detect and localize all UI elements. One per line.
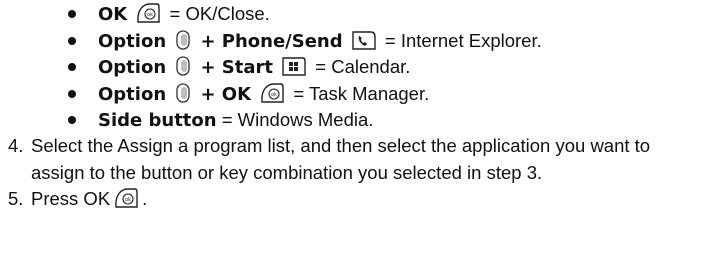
option-key-icon <box>174 29 192 51</box>
ok-key-icon: ok <box>259 82 285 104</box>
ok-key-icon: ok <box>113 187 139 209</box>
bullet-dot <box>68 36 76 45</box>
phone-send-key-icon <box>351 29 377 51</box>
bold-key-name: + Phone/Send <box>200 30 343 52</box>
bold-key-name: Side button <box>98 110 217 131</box>
list-item: Option + Start = Calendar. <box>66 54 542 81</box>
option-key-icon <box>174 82 192 104</box>
bold-key-name: OK <box>98 4 128 25</box>
step-text-end: . <box>142 188 148 209</box>
start-key-icon <box>281 55 307 77</box>
step-text-start: Press OK <box>31 188 111 209</box>
svg-text:ok: ok <box>271 92 277 98</box>
description-text: = Calendar. <box>315 56 411 77</box>
bullet-dot <box>68 116 76 124</box>
svg-text:ok: ok <box>125 197 131 203</box>
description-text: = OK/Close. <box>169 3 270 24</box>
step-item: 4. Select the Assign a program list, and… <box>0 133 696 186</box>
bold-key-name: + Start <box>200 57 273 78</box>
manual-page: OK ok = OK/Close. Option + Phone/Send = … <box>0 0 704 263</box>
step-text: Press OK ok. <box>31 186 696 213</box>
step-text: Select the Assign a program list, and th… <box>31 135 651 183</box>
bold-key-name: Option <box>98 57 167 78</box>
ok-key-icon: ok <box>135 2 161 24</box>
bold-key-name: + OK <box>200 83 252 105</box>
step-item: 5. Press OK ok. <box>0 186 696 213</box>
bullet-dot <box>68 89 76 98</box>
description-text: = Windows Media. <box>216 109 374 130</box>
numbered-steps: 4. Select the Assign a program list, and… <box>0 133 696 213</box>
bullet-dot <box>68 10 76 18</box>
step-number: 4. <box>8 135 24 156</box>
description-text: = Task Manager. <box>293 82 430 104</box>
step-number: 5. <box>8 188 24 209</box>
list-item: OK ok = OK/Close. <box>66 1 542 28</box>
key-assignment-list: OK ok = OK/Close. Option + Phone/Send = … <box>66 1 542 134</box>
bold-key-name: Option <box>98 30 167 52</box>
description-text: = Internet Explorer. <box>384 29 542 51</box>
list-item: Option + OK ok = Task Manager. <box>66 81 542 108</box>
list-item: Side button = Windows Media. <box>66 107 542 134</box>
bold-key-name: Option <box>98 83 167 105</box>
option-key-icon <box>174 55 192 77</box>
svg-text:ok: ok <box>147 12 153 18</box>
list-item: Option + Phone/Send = Internet Explorer. <box>66 28 542 55</box>
bullet-dot <box>68 63 76 71</box>
